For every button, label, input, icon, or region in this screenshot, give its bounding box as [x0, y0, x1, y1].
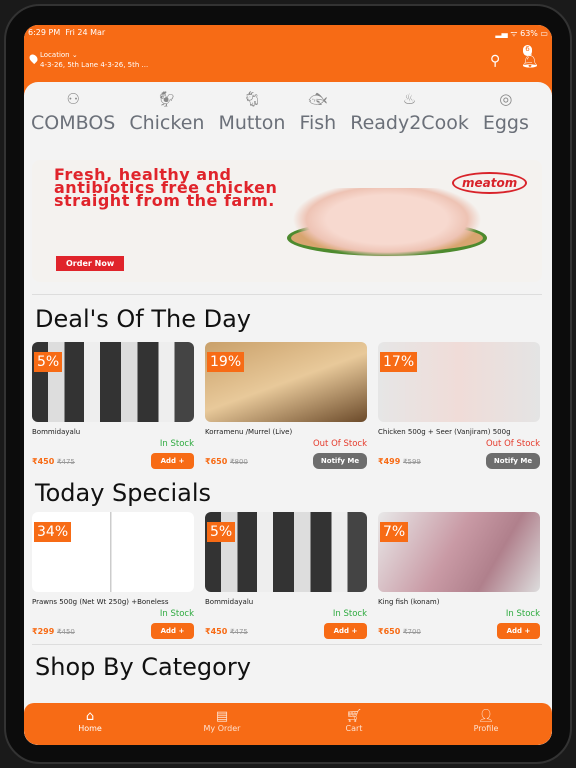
specials-heading: Today Specials: [35, 479, 212, 507]
product-name: Prawns 500g (Net Wt 250g) +Boneless: [32, 598, 169, 606]
product-image[interactable]: 7%: [378, 512, 540, 592]
bottom-nav: ⌂ Home ▤ My Order 🛒︎ Cart 👤︎ Profile: [24, 703, 552, 745]
promo-banner[interactable]: Fresh, healthy and antibiotics free chic…: [32, 160, 542, 282]
bell-icon[interactable]: 🔔︎: [521, 53, 539, 69]
nav-my-order[interactable]: ▤ My Order: [172, 703, 272, 745]
profile-icon: 👤︎: [477, 709, 495, 724]
original-price: ₹450: [57, 627, 75, 636]
product-image[interactable]: 19%: [205, 342, 367, 422]
category-fish[interactable]: 🐟︎ Fish: [299, 90, 336, 134]
category-chicken[interactable]: 🐓︎ Chicken: [129, 90, 204, 134]
nav-profile[interactable]: 👤︎ Profile: [436, 703, 536, 745]
discount-badge: 34%: [34, 522, 72, 542]
location-selector[interactable]: Location ⌄ 4-3-26, 5th Lane 4-3-26, 5th …: [27, 51, 149, 69]
product-price: ₹450 ₹475: [32, 456, 75, 466]
stock-status: Out Of Stock: [485, 439, 540, 449]
stock-status: Out Of Stock: [312, 439, 367, 449]
original-price: ₹800: [230, 457, 248, 466]
notify-me-button[interactable]: Notify Me: [486, 453, 540, 469]
original-price: ₹475: [230, 627, 248, 636]
product-image[interactable]: 5%: [205, 512, 367, 592]
divider: [32, 294, 542, 295]
add-to-cart-button[interactable]: Add +: [151, 623, 194, 639]
product-card[interactable]: 5% Bommidayalu In Stock ₹450 ₹475 Add +: [32, 342, 194, 469]
status-bar: 6:29 PM Fri 24 Mar ▂▄ ᯤ 63% ▭: [24, 25, 552, 41]
product-image[interactable]: 34%: [32, 512, 194, 592]
banner-chicken-image: [292, 188, 482, 258]
main-content: ⚇ COMBOS 🐓︎ Chicken 🐐︎ Mutton 🐟︎ Fish ♨ Ready…: [24, 82, 552, 745]
product-price: ₹650 ₹800: [205, 456, 248, 466]
original-price: ₹700: [403, 627, 421, 636]
category-ready2cook[interactable]: ♨ Ready2Cook: [350, 90, 469, 134]
location-pin-icon: [27, 52, 40, 65]
product-name: King fish (konam): [378, 598, 440, 606]
divider: [32, 644, 542, 645]
goat-icon: 🐐︎: [242, 90, 262, 108]
category-mutton[interactable]: 🐐︎ Mutton: [218, 90, 285, 134]
category-strip: ⚇ COMBOS 🐓︎ Chicken 🐐︎ Mutton 🐟︎ Fish ♨ Ready…: [31, 90, 529, 134]
chicken-icon: 🐓︎: [157, 90, 177, 108]
product-image[interactable]: 5%: [32, 342, 194, 422]
original-price: ₹475: [57, 457, 75, 466]
product-name: Korramenu /Murrel (Live): [205, 428, 293, 436]
banner-headline: Fresh, healthy and antibiotics free chic…: [54, 165, 278, 210]
stock-status: In Stock: [159, 439, 194, 449]
order-now-button[interactable]: Order Now: [56, 256, 125, 271]
location-label: Location ⌄: [40, 51, 78, 59]
product-name: Bommidayalu: [32, 428, 81, 436]
category-eggs[interactable]: ◎ Eggs: [483, 90, 529, 134]
discount-badge: 7%: [380, 522, 409, 542]
nav-cart[interactable]: 🛒︎ Cart: [304, 703, 404, 745]
clipboard-icon: ▤: [215, 709, 229, 724]
product-card[interactable]: 5% Bommidayalu In Stock ₹450 ₹475 Add +: [205, 512, 367, 639]
discount-badge: 17%: [380, 352, 418, 372]
battery-indicator: ▂▄ ᯤ 63% ▭: [495, 29, 548, 38]
notification-badge: 6: [523, 45, 532, 56]
cart-icon: 🛒︎: [345, 709, 363, 724]
fish-icon: 🐟︎: [308, 90, 328, 108]
product-card[interactable]: 7% King fish (konam) In Stock ₹650 ₹700 …: [378, 512, 540, 639]
notify-me-button[interactable]: Notify Me: [313, 453, 367, 469]
stock-status: In Stock: [332, 609, 367, 619]
product-price: ₹650 ₹700: [378, 626, 421, 636]
product-card[interactable]: 17% Chicken 500g + Seer (Vanjiram) 500g …: [378, 342, 540, 469]
product-price: ₹499 ₹599: [378, 456, 421, 466]
product-card[interactable]: 19% Korramenu /Murrel (Live) Out Of Stoc…: [205, 342, 367, 469]
discount-badge: 5%: [207, 522, 236, 542]
shop-by-category-heading: Shop By Category: [35, 653, 251, 681]
product-price: ₹450 ₹475: [205, 626, 248, 636]
add-to-cart-button[interactable]: Add +: [497, 623, 540, 639]
stock-status: In Stock: [505, 609, 540, 619]
cook-icon: ♨: [402, 90, 417, 108]
product-image[interactable]: 17%: [378, 342, 540, 422]
home-icon: ⌂: [85, 709, 95, 724]
deals-heading: Deal's Of The Day: [35, 305, 251, 333]
nav-home[interactable]: ⌂ Home: [40, 703, 140, 745]
stock-status: In Stock: [159, 609, 194, 619]
status-date: Fri 24 Mar: [65, 28, 106, 37]
status-time: 6:29 PM: [28, 28, 61, 37]
product-price: ₹299 ₹450: [32, 626, 75, 636]
add-to-cart-button[interactable]: Add +: [324, 623, 367, 639]
product-name: Bommidayalu: [205, 598, 254, 606]
product-name: Chicken 500g + Seer (Vanjiram) 500g: [378, 428, 511, 436]
category-combos[interactable]: ⚇ COMBOS: [31, 90, 115, 134]
discount-badge: 5%: [34, 352, 63, 372]
egg-icon: ◎: [499, 90, 513, 108]
discount-badge: 19%: [207, 352, 245, 372]
combo-icon: ⚇: [66, 90, 80, 108]
search-icon[interactable]: ⚲: [490, 53, 500, 69]
add-to-cart-button[interactable]: Add +: [151, 453, 194, 469]
original-price: ₹599: [403, 457, 421, 466]
brand-logo: meatom: [452, 172, 528, 194]
app-screen: 6:29 PM Fri 24 Mar ▂▄ ᯤ 63% ▭ Location ⌄…: [24, 25, 552, 745]
product-card[interactable]: 34% Prawns 500g (Net Wt 250g) +Boneless …: [32, 512, 194, 639]
location-address: 4-3-26, 5th Lane 4-3-26, 5th ...: [40, 61, 149, 69]
